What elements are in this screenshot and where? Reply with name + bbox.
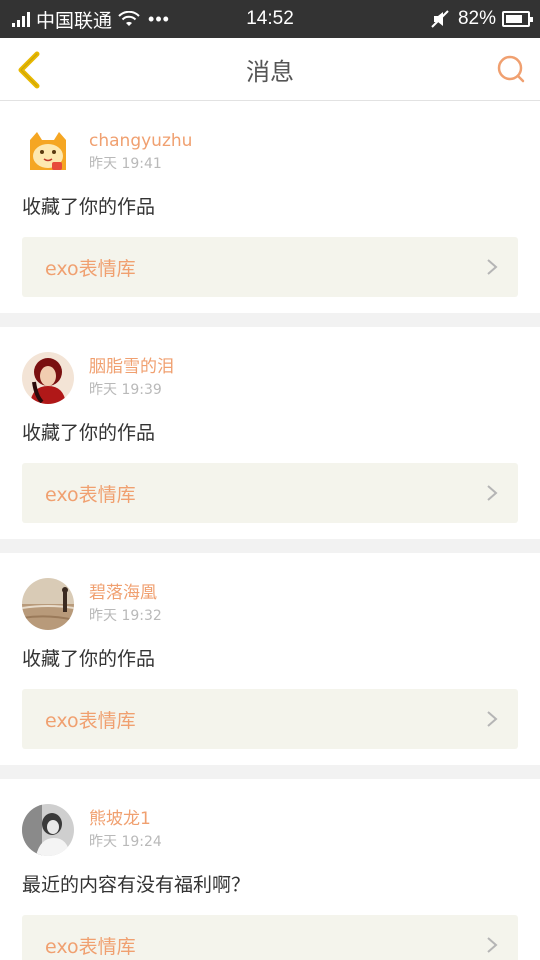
message-text: 最近的内容有没有福利啊？ bbox=[22, 874, 251, 896]
username[interactable]: 胭脂雪的泪 bbox=[89, 356, 174, 378]
message-card: changyuzhu 昨天 19:41 收藏了你的作品 exo表情库 bbox=[0, 101, 540, 313]
message-meta: changyuzhu 昨天 19:41 bbox=[89, 130, 192, 174]
message-text: 收藏了你的作品 bbox=[22, 196, 156, 218]
message-header: changyuzhu 昨天 19:41 bbox=[22, 125, 518, 179]
chevron-right-icon bbox=[487, 485, 498, 501]
search-icon bbox=[497, 55, 525, 83]
message-meta: 胭脂雪的泪 昨天 19:39 bbox=[89, 356, 174, 400]
signal-icon bbox=[12, 11, 32, 27]
search-button[interactable] bbox=[494, 52, 528, 86]
back-button[interactable] bbox=[12, 50, 46, 90]
work-link[interactable]: exo表情库 bbox=[22, 463, 518, 523]
battery-fill bbox=[506, 15, 523, 23]
work-title: exo表情库 bbox=[45, 257, 136, 280]
work-title: exo表情库 bbox=[45, 709, 136, 732]
message-card: 碧落海凰 昨天 19:32 收藏了你的作品 exo表情库 bbox=[0, 553, 540, 765]
chevron-left-icon bbox=[18, 51, 40, 89]
screen: 中国联通 ••• 14:52 82% 消息 changyuzhu 昨天 19:4… bbox=[0, 0, 540, 960]
battery-percent: 82% bbox=[457, 8, 496, 29]
message-header: 熊坡龙1 昨天 19:24 bbox=[22, 803, 518, 857]
message-time: 昨天 19:32 bbox=[89, 608, 162, 624]
chevron-right-icon bbox=[487, 711, 498, 727]
username[interactable]: 熊坡龙1 bbox=[89, 808, 162, 830]
username[interactable]: changyuzhu bbox=[89, 130, 192, 152]
work-title: exo表情库 bbox=[45, 935, 136, 958]
more-dots: ••• bbox=[148, 8, 170, 29]
message-card: 胭脂雪的泪 昨天 19:39 收藏了你的作品 exo表情库 bbox=[0, 327, 540, 539]
message-header: 碧落海凰 昨天 19:32 bbox=[22, 577, 518, 631]
avatar[interactable] bbox=[22, 804, 74, 856]
message-time: 昨天 19:24 bbox=[89, 834, 162, 850]
cat-avatar-icon bbox=[22, 126, 74, 178]
bw-photo-avatar-icon bbox=[22, 804, 74, 856]
work-link[interactable]: exo表情库 bbox=[22, 237, 518, 297]
message-text: 收藏了你的作品 bbox=[22, 648, 156, 670]
header-bar: 消息 bbox=[0, 38, 540, 101]
avatar[interactable] bbox=[22, 352, 74, 404]
message-time: 昨天 19:41 bbox=[89, 156, 162, 172]
work-title: exo表情库 bbox=[45, 483, 136, 506]
photo-avatar-icon bbox=[22, 352, 74, 404]
chevron-right-icon bbox=[487, 259, 498, 275]
message-time: 昨天 19:39 bbox=[89, 382, 162, 398]
work-link[interactable]: exo表情库 bbox=[22, 689, 518, 749]
message-meta: 碧落海凰 昨天 19:32 bbox=[89, 582, 162, 626]
mute-icon bbox=[431, 10, 449, 28]
status-left: 中国联通 ••• bbox=[12, 6, 170, 33]
work-link[interactable]: exo表情库 bbox=[22, 915, 518, 960]
carrier-name: 中国联通 bbox=[36, 10, 113, 32]
battery-icon bbox=[502, 11, 533, 27]
message-card: 熊坡龙1 昨天 19:24 最近的内容有没有福利啊？ exo表情库 bbox=[0, 779, 540, 960]
message-text: 收藏了你的作品 bbox=[22, 422, 156, 444]
chevron-right-icon bbox=[487, 937, 498, 953]
avatar[interactable] bbox=[22, 126, 74, 178]
message-header: 胭脂雪的泪 昨天 19:39 bbox=[22, 351, 518, 405]
wifi-icon bbox=[118, 11, 140, 26]
status-bar: 中国联通 ••• 14:52 82% bbox=[0, 0, 540, 38]
message-meta: 熊坡龙1 昨天 19:24 bbox=[89, 808, 162, 852]
status-right: 82% bbox=[430, 8, 533, 30]
page-title: 消息 bbox=[246, 57, 294, 86]
beach-avatar-icon bbox=[22, 578, 74, 630]
username[interactable]: 碧落海凰 bbox=[89, 582, 162, 604]
avatar[interactable] bbox=[22, 578, 74, 630]
message-list: changyuzhu 昨天 19:41 收藏了你的作品 exo表情库 胭脂雪的泪… bbox=[0, 101, 540, 960]
